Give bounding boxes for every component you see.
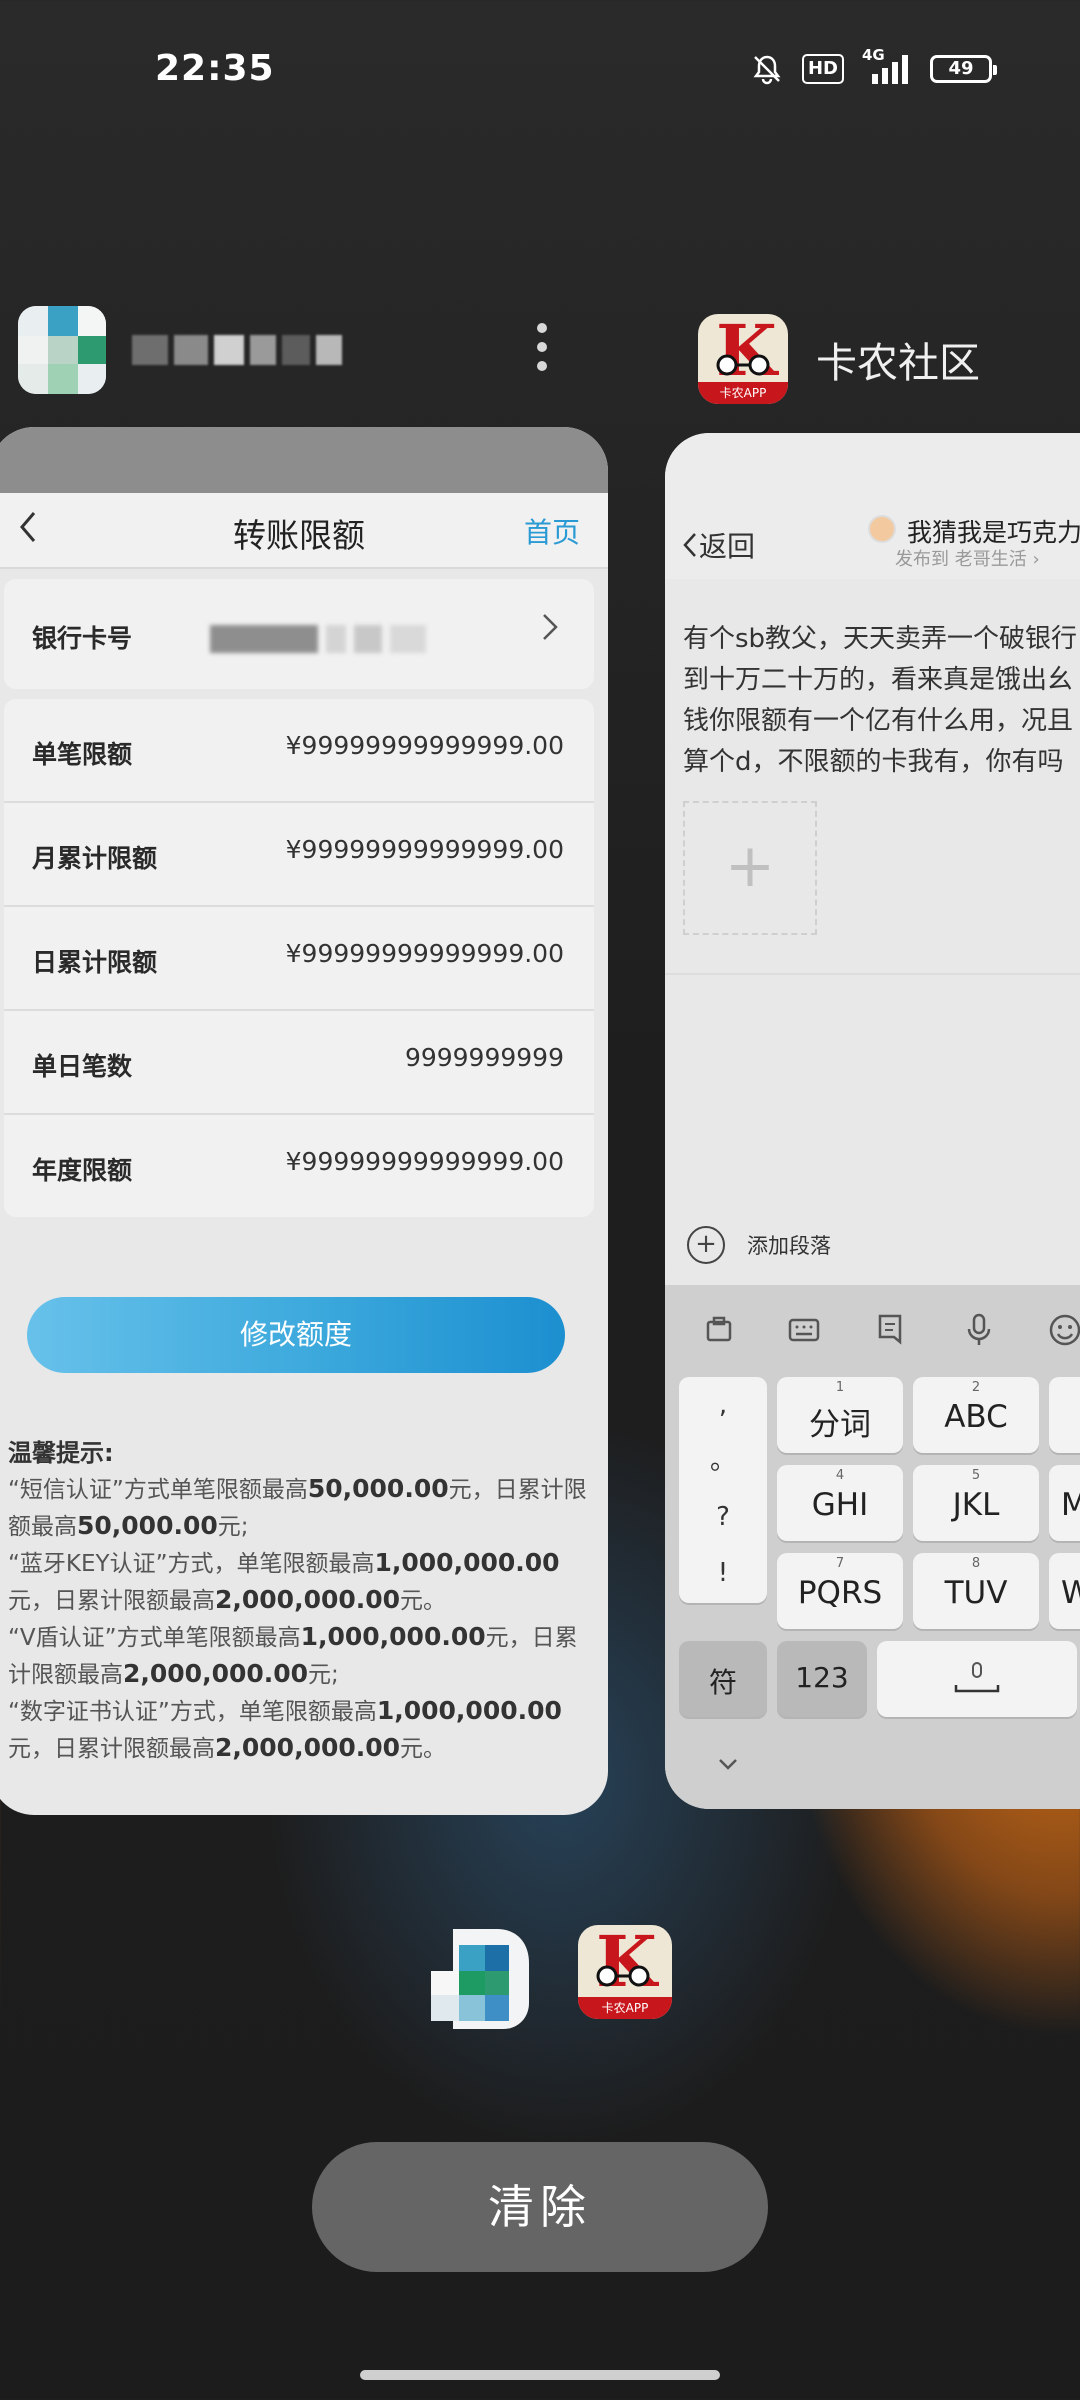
recent-apps-strip: K 卡农APP [425,1925,672,2033]
key-5[interactable]: 5 JKL [913,1465,1039,1541]
bank-transfer-limit-card[interactable]: 转账限额 首页 银行卡号 单笔限额 ¥99999999999999.00 月累计… [0,427,608,1815]
card-top-strip [0,427,608,493]
add-paragraph-button[interactable]: + 添加段落 [687,1226,831,1264]
note-icon[interactable] [875,1313,905,1353]
ime-keyboard: , 。 ? ! 1 分词 2 ABC 4 GHI 5 JKL M 7 PQRS [665,1285,1080,1809]
divider [665,973,1080,975]
modify-limit-button[interactable]: 修改额度 [27,1297,565,1373]
keyboard-icon[interactable] [787,1313,821,1353]
card-number-masked [210,625,440,653]
limit-value: ¥99999999999999.00 [285,835,564,864]
key-3-partial[interactable] [1049,1377,1080,1453]
key-4[interactable]: 4 GHI [777,1465,903,1541]
key-2[interactable]: 2 ABC [913,1377,1039,1453]
limit-value: ¥99999999999999.00 [285,939,564,968]
punct-key[interactable]: , [679,1377,767,1433]
limit-row: 年度限额 ¥99999999999999.00 [4,1115,594,1217]
limits-section: 单笔限额 ¥99999999999999.00 月累计限额 ¥999999999… [4,699,594,1217]
limit-label: 单日笔数 [32,1052,133,1081]
icon-banner: 卡农APP [698,382,788,404]
clipboard-icon[interactable] [703,1313,735,1353]
right-app-header[interactable]: K 卡农APP 卡农社区 [698,314,980,404]
emoji-icon[interactable] [1048,1313,1080,1355]
glasses-icon [716,354,770,376]
page-title: 转账限额 [233,516,365,555]
battery-icon: 49 [930,55,997,83]
card-number-row[interactable]: 银行卡号 [4,579,594,689]
key-6-partial[interactable]: M [1049,1465,1080,1541]
icon-banner: 卡农APP [578,1997,672,2019]
punct-key[interactable]: 。 [679,1433,767,1489]
punctuation-column[interactable]: , 。 ? ! [679,1377,767,1603]
home-indicator[interactable] [360,2370,720,2380]
nav-bar: 转账限额 首页 [0,493,608,569]
collapse-keyboard-icon[interactable] [717,1749,739,1777]
number-key[interactable]: 123 [777,1641,867,1717]
mute-bell-icon [750,52,784,86]
limit-label: 年度限额 [32,1156,133,1185]
hd-icon: HD [801,54,844,84]
keyboard-toolbar [665,1313,1080,1357]
space-mic-icon [954,1662,1000,1693]
chevron-right-icon [540,607,560,656]
right-app-name: 卡农社区 [816,339,980,387]
card-number-label: 银行卡号 [32,624,133,653]
status-icons: HD 4G 49 [750,46,997,86]
limit-value: ¥99999999999999.00 [285,1147,564,1176]
tip-line: “蓝牙KEY认证”方式，单笔限额最高1,000,000.00元，日累计限额最高2… [8,1548,560,1614]
bank-app-small-icon[interactable] [425,1925,533,2033]
key-9-partial[interactable]: W [1049,1553,1080,1629]
chevron-left-icon [683,533,696,557]
symbol-key[interactable]: 符 [679,1641,767,1717]
limit-value: ¥99999999999999.00 [285,731,564,760]
status-bar: 22:35 HD 4G 49 [0,0,1080,140]
tip-line: “短信认证”方式单笔限额最高50,000.00元，日累计限额最高50,000.0… [8,1474,587,1540]
status-time: 22:35 [155,48,275,89]
punct-key[interactable]: ! [679,1545,767,1601]
community-post-card[interactable]: 返回 我猜我是巧克力 发布到 老哥生活 › 有个sb教父，天天卖弄一个破银行 到… [665,433,1080,1809]
tips-title: 温馨提示: [8,1439,114,1467]
tip-line: “数字证书认证”方式，单笔限额最高1,000,000.00元，日累计限额最高2,… [8,1696,562,1762]
left-app-header[interactable] [18,306,342,394]
glasses-icon [596,1965,650,1987]
limit-label: 单笔限额 [32,740,133,769]
username: 我猜我是巧克力 [907,518,1080,547]
limit-row: 月累计限额 ¥99999999999999.00 [4,803,594,907]
signal-4g-icon: 4G [862,46,912,86]
tip-line: “V盾认证”方式单笔限额最高1,000,000.00元，日累计限额最高2,000… [8,1622,578,1688]
kanong-app-small-icon[interactable]: K 卡农APP [578,1925,672,2019]
key-7[interactable]: 7 PQRS [777,1553,903,1629]
bank-app-icon[interactable] [18,306,106,394]
limit-label: 日累计限额 [32,948,158,977]
network-type-label: 4G [862,46,885,64]
limit-row: 日累计限额 ¥99999999999999.00 [4,907,594,1011]
limit-row: 单日笔数 9999999999 [4,1011,594,1115]
key-8[interactable]: 8 TUV [913,1553,1039,1629]
kanong-app-icon[interactable]: K 卡农APP [698,314,788,404]
limit-row: 单笔限额 ¥99999999999999.00 [4,699,594,803]
post-nav: 返回 我猜我是巧克力 发布到 老哥生活 › [665,433,1080,579]
back-button[interactable]: 返回 [681,525,755,565]
plus-circle-icon: + [687,1226,725,1264]
key-1[interactable]: 1 分词 [777,1377,903,1453]
microphone-icon[interactable] [965,1313,993,1355]
limit-value: 9999999999 [404,1043,564,1072]
home-link[interactable]: 首页 [524,511,580,551]
limit-label: 月累计限额 [32,844,158,873]
avatar [868,515,896,543]
post-body[interactable]: 有个sb教父，天天卖弄一个破银行 到十万二十万的，看来真是饿出幺 钱你限额有一个… [683,619,1080,783]
card-number-section: 银行卡号 [4,579,594,689]
more-options-icon[interactable] [535,323,549,373]
warm-tips: 温馨提示: “短信认证”方式单笔限额最高50,000.00元，日累计限额最高50… [8,1435,588,1767]
left-app-title-blurred [132,335,342,365]
posted-to[interactable]: 发布到 老哥生活 › [895,545,1040,571]
add-image-button[interactable]: + [683,801,817,935]
clear-all-button[interactable]: 清除 [312,2142,768,2272]
punct-key[interactable]: ? [679,1489,767,1545]
space-key[interactable] [877,1641,1077,1717]
